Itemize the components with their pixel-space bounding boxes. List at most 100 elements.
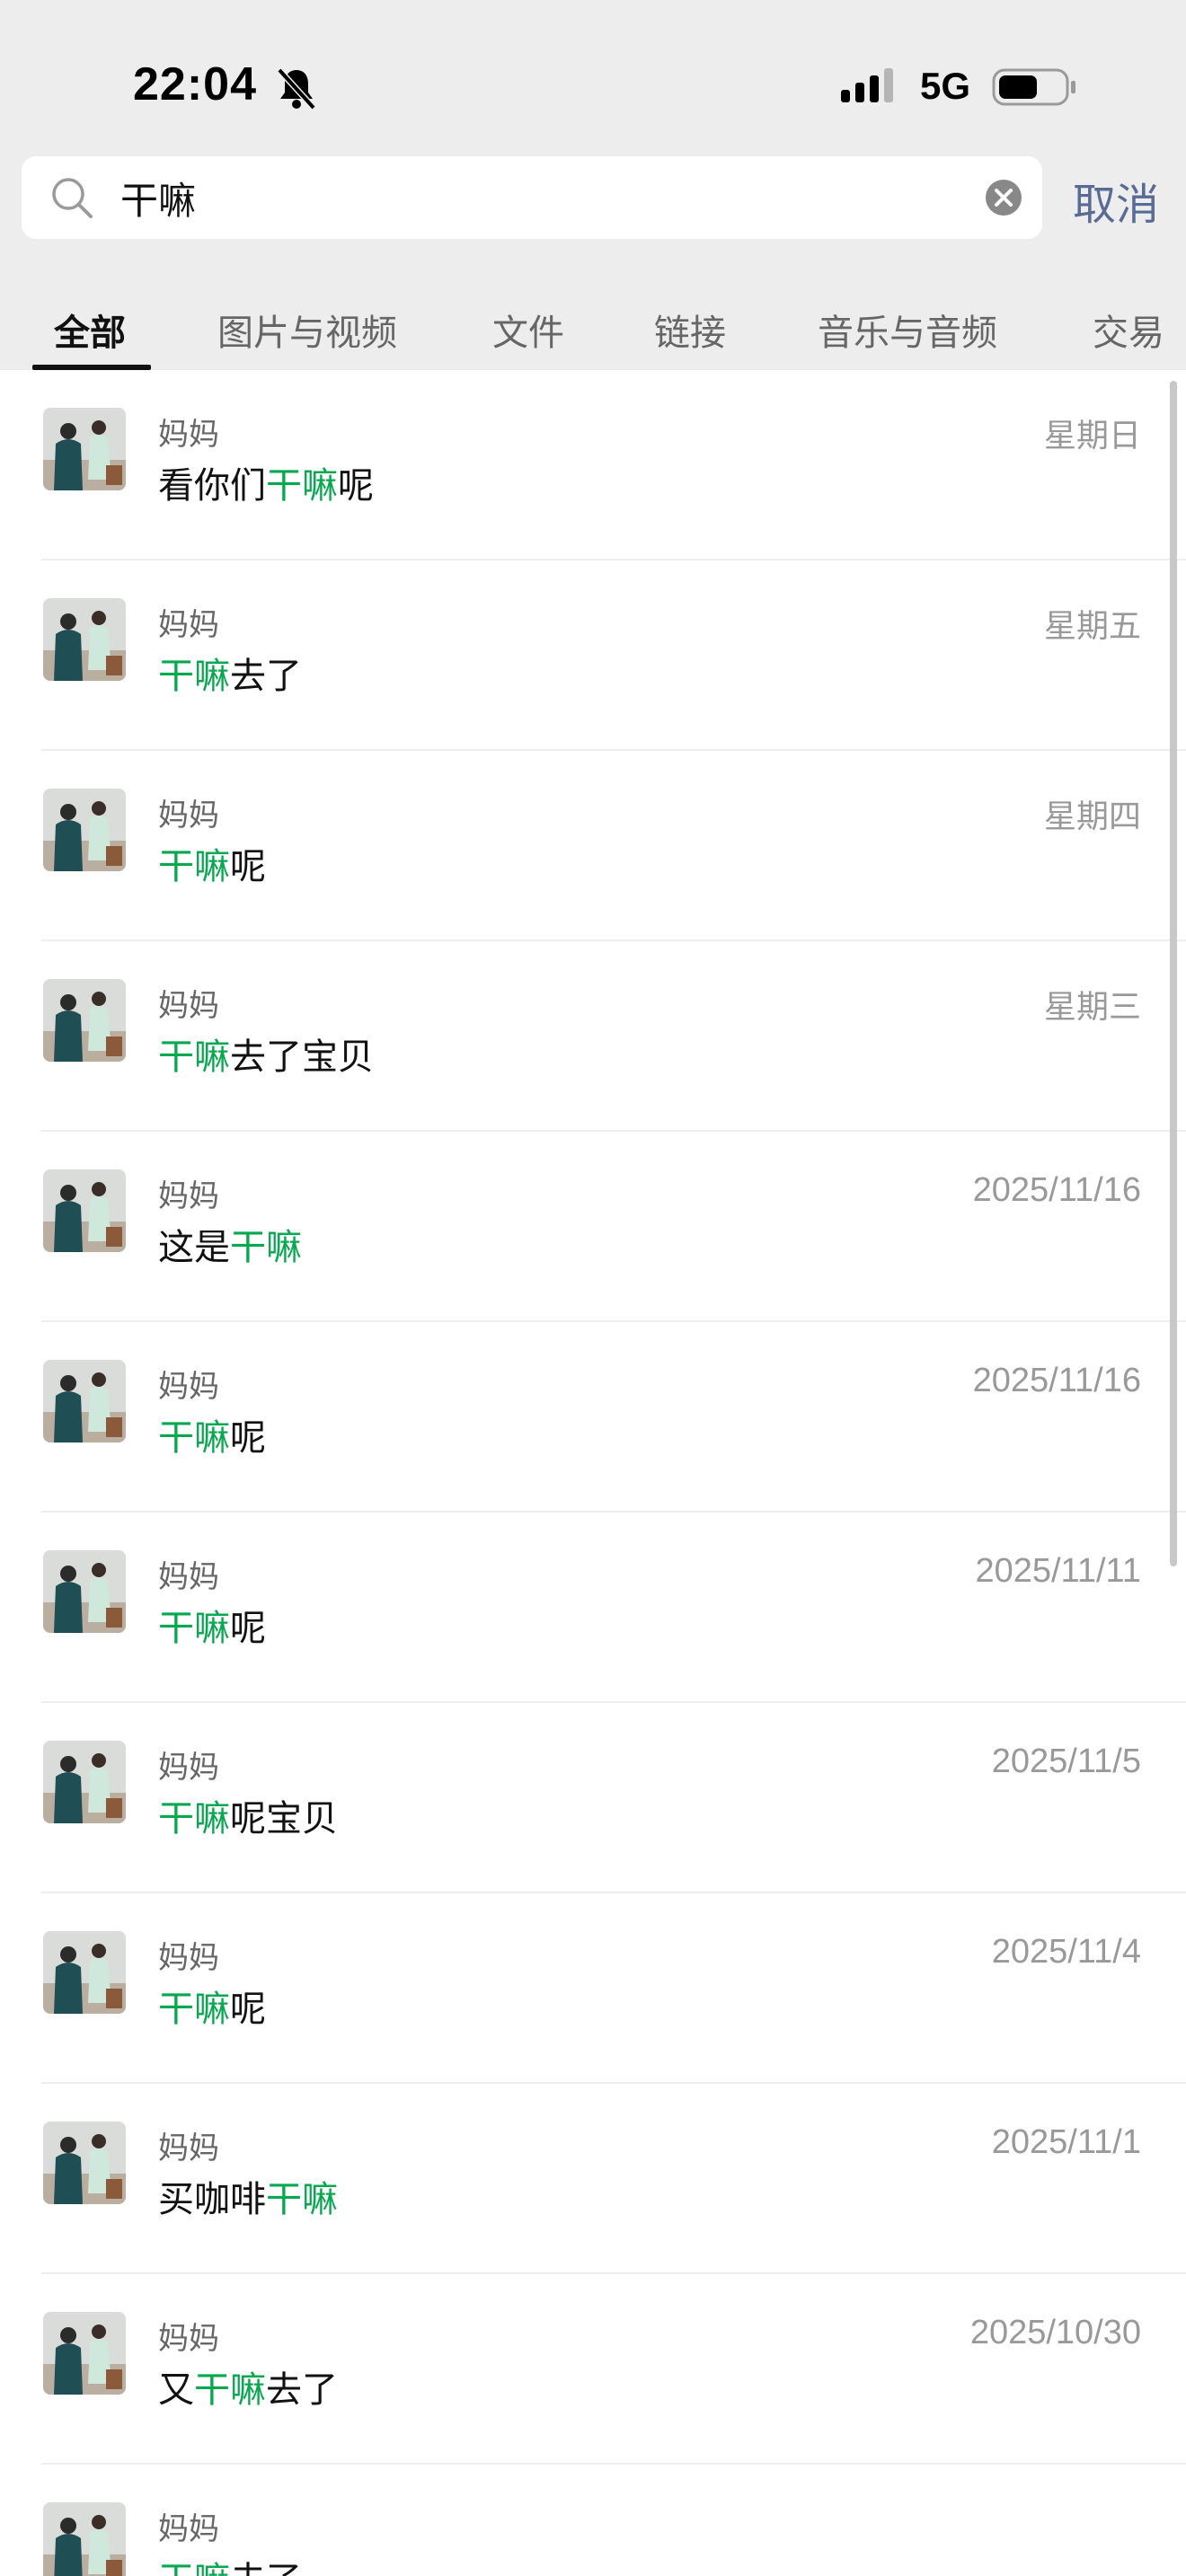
avatar <box>43 789 126 871</box>
message-snippet: 看你们干嘛呢 <box>158 456 374 508</box>
battery-icon <box>992 68 1075 106</box>
tab-files[interactable]: 文件 <box>492 304 564 356</box>
sender-name: 妈妈 <box>158 607 219 643</box>
snippet-text: 呢 <box>230 1608 266 1649</box>
snippet-text: 呢 <box>230 1417 266 1459</box>
avatar <box>43 1741 126 1823</box>
avatar <box>43 2502 126 2576</box>
message-date: 2025/11/4 <box>991 1933 1141 1971</box>
result-row[interactable]: 妈妈 星期三干嘛去了宝贝 <box>0 941 1186 1132</box>
message-snippet: 干嘛去了 <box>158 647 302 699</box>
result-row[interactable]: 妈妈 2025/11/11 干嘛呢 <box>0 1513 1186 1703</box>
avatar <box>43 1931 126 2014</box>
message-snippet: 买咖啡干嘛 <box>158 2170 338 2222</box>
result-row[interactable]: 妈妈 2025/11/16 这是干嘛 <box>0 1132 1186 1322</box>
avatar <box>43 979 126 1062</box>
tab-links[interactable]: 链接 <box>654 304 726 356</box>
keyword-highlight: 干嘛 <box>158 1608 230 1649</box>
cancel-button[interactable]: 取消 <box>1073 169 1159 232</box>
tab-transactions[interactable]: 交易 <box>1093 304 1164 356</box>
clear-icon[interactable] <box>985 179 1022 216</box>
filter-tabs: 全部 图片与视频 文件 链接 音乐与音频 交易 <box>0 296 1186 370</box>
sender-name: 妈妈 <box>158 2511 219 2547</box>
sender-name: 妈妈 <box>158 798 219 834</box>
sender-name: 妈妈 <box>158 1750 219 1786</box>
message-date: 2025/11/16 <box>972 1171 1141 1209</box>
result-row[interactable]: 妈妈干嘛去了 <box>0 2465 1186 2576</box>
signal-icon <box>841 68 893 102</box>
message-snippet: 干嘛呢 <box>158 1980 266 2032</box>
message-date: 2025/11/16 <box>972 1362 1141 1399</box>
message-snippet: 这是干嘛 <box>158 1218 302 1270</box>
message-snippet: 干嘛去了宝贝 <box>158 1028 374 1080</box>
sender-name: 妈妈 <box>158 1559 219 1595</box>
avatar <box>43 2312 126 2395</box>
result-row[interactable]: 妈妈 2025/11/5 干嘛呢宝贝 <box>0 1703 1186 1893</box>
snippet-text: 看你们 <box>158 465 266 507</box>
bell-mute-icon <box>277 67 316 110</box>
keyword-highlight: 干嘛 <box>158 1989 230 2030</box>
scrollbar[interactable] <box>1170 381 1177 1566</box>
result-row[interactable]: 妈妈 2025/11/4 干嘛呢 <box>0 1893 1186 2084</box>
keyword-highlight: 干嘛 <box>158 656 230 697</box>
avatar <box>43 1169 126 1252</box>
keyword-highlight: 干嘛 <box>266 465 338 507</box>
snippet-text: 这是 <box>158 1227 230 1268</box>
avatar <box>43 408 126 490</box>
message-date: 星期五 <box>1043 608 1141 645</box>
sender-name: 妈妈 <box>158 1940 219 1976</box>
keyword-highlight: 干嘛 <box>230 1227 302 1268</box>
keyword-highlight: 干嘛 <box>158 1798 230 1839</box>
snippet-text: 买咖啡 <box>158 2179 266 2220</box>
sender-name: 妈妈 <box>158 2321 219 2357</box>
snippet-text: 呢 <box>230 1989 266 2030</box>
snippet-text: 呢 <box>230 846 266 887</box>
message-date: 2025/11/5 <box>991 1742 1141 1780</box>
snippet-text: 呢宝贝 <box>230 1798 338 1839</box>
snippet-text: 去了宝贝 <box>230 1037 374 1078</box>
snippet-text: 呢 <box>338 465 374 507</box>
keyword-highlight: 干嘛 <box>194 2369 266 2411</box>
tab-all[interactable]: 全部 <box>54 304 126 356</box>
snippet-text: 去了 <box>230 2560 302 2576</box>
message-date: 2025/11/1 <box>991 2123 1141 2161</box>
tab-images-videos[interactable]: 图片与视频 <box>217 304 397 356</box>
message-date: 2025/10/30 <box>969 2314 1141 2351</box>
message-snippet: 干嘛呢 <box>158 837 266 889</box>
search-box <box>22 156 1042 239</box>
message-snippet: 干嘛呢 <box>158 1408 266 1460</box>
result-row[interactable]: 妈妈 2025/11/1 买咖啡干嘛 <box>0 2084 1186 2274</box>
keyword-highlight: 干嘛 <box>158 846 230 887</box>
result-row[interactable]: 妈妈 2025/11/16 干嘛呢 <box>0 1322 1186 1513</box>
message-date: 2025/11/11 <box>975 1552 1141 1590</box>
result-row[interactable]: 妈妈 星期日 看你们干嘛呢 <box>0 370 1186 560</box>
keyword-highlight: 干嘛 <box>158 2560 230 2576</box>
message-snippet: 干嘛呢宝贝 <box>158 1789 338 1841</box>
keyword-highlight: 干嘛 <box>158 1037 230 1078</box>
avatar <box>43 598 126 681</box>
snippet-text: 去了 <box>266 2369 338 2411</box>
keyword-highlight: 干嘛 <box>158 1417 230 1459</box>
message-snippet: 干嘛去了 <box>158 2551 302 2576</box>
result-row[interactable]: 妈妈 星期四干嘛呢 <box>0 751 1186 941</box>
message-date: 星期日 <box>1043 418 1141 454</box>
snippet-text: 去了 <box>230 656 302 697</box>
sender-name: 妈妈 <box>158 2130 219 2166</box>
tab-music-audio[interactable]: 音乐与音频 <box>818 304 997 356</box>
avatar <box>43 2122 126 2204</box>
sender-name: 妈妈 <box>158 1178 219 1214</box>
result-row[interactable]: 妈妈 2025/10/30 又干嘛去了 <box>0 2274 1186 2465</box>
keyword-highlight: 干嘛 <box>266 2179 338 2220</box>
search-input[interactable] <box>120 169 983 226</box>
snippet-text: 又 <box>158 2369 194 2411</box>
sender-name: 妈妈 <box>158 988 219 1024</box>
avatar <box>43 1550 126 1633</box>
message-snippet: 又干嘛去了 <box>158 2360 338 2413</box>
message-date: 星期三 <box>1043 989 1141 1026</box>
message-date: 星期四 <box>1043 798 1141 835</box>
sender-name: 妈妈 <box>158 1369 219 1405</box>
status-time: 22:04 <box>133 58 257 110</box>
result-row[interactable]: 妈妈 星期五干嘛去了 <box>0 560 1186 751</box>
search-results-list[interactable]: 妈妈 星期日 看你们干嘛呢 妈妈 星期五 干嘛去了 妈妈 星期四 干嘛呢 妈妈 星期三 干嘛去了… <box>0 370 1186 2576</box>
network-type: 5G <box>920 65 971 107</box>
